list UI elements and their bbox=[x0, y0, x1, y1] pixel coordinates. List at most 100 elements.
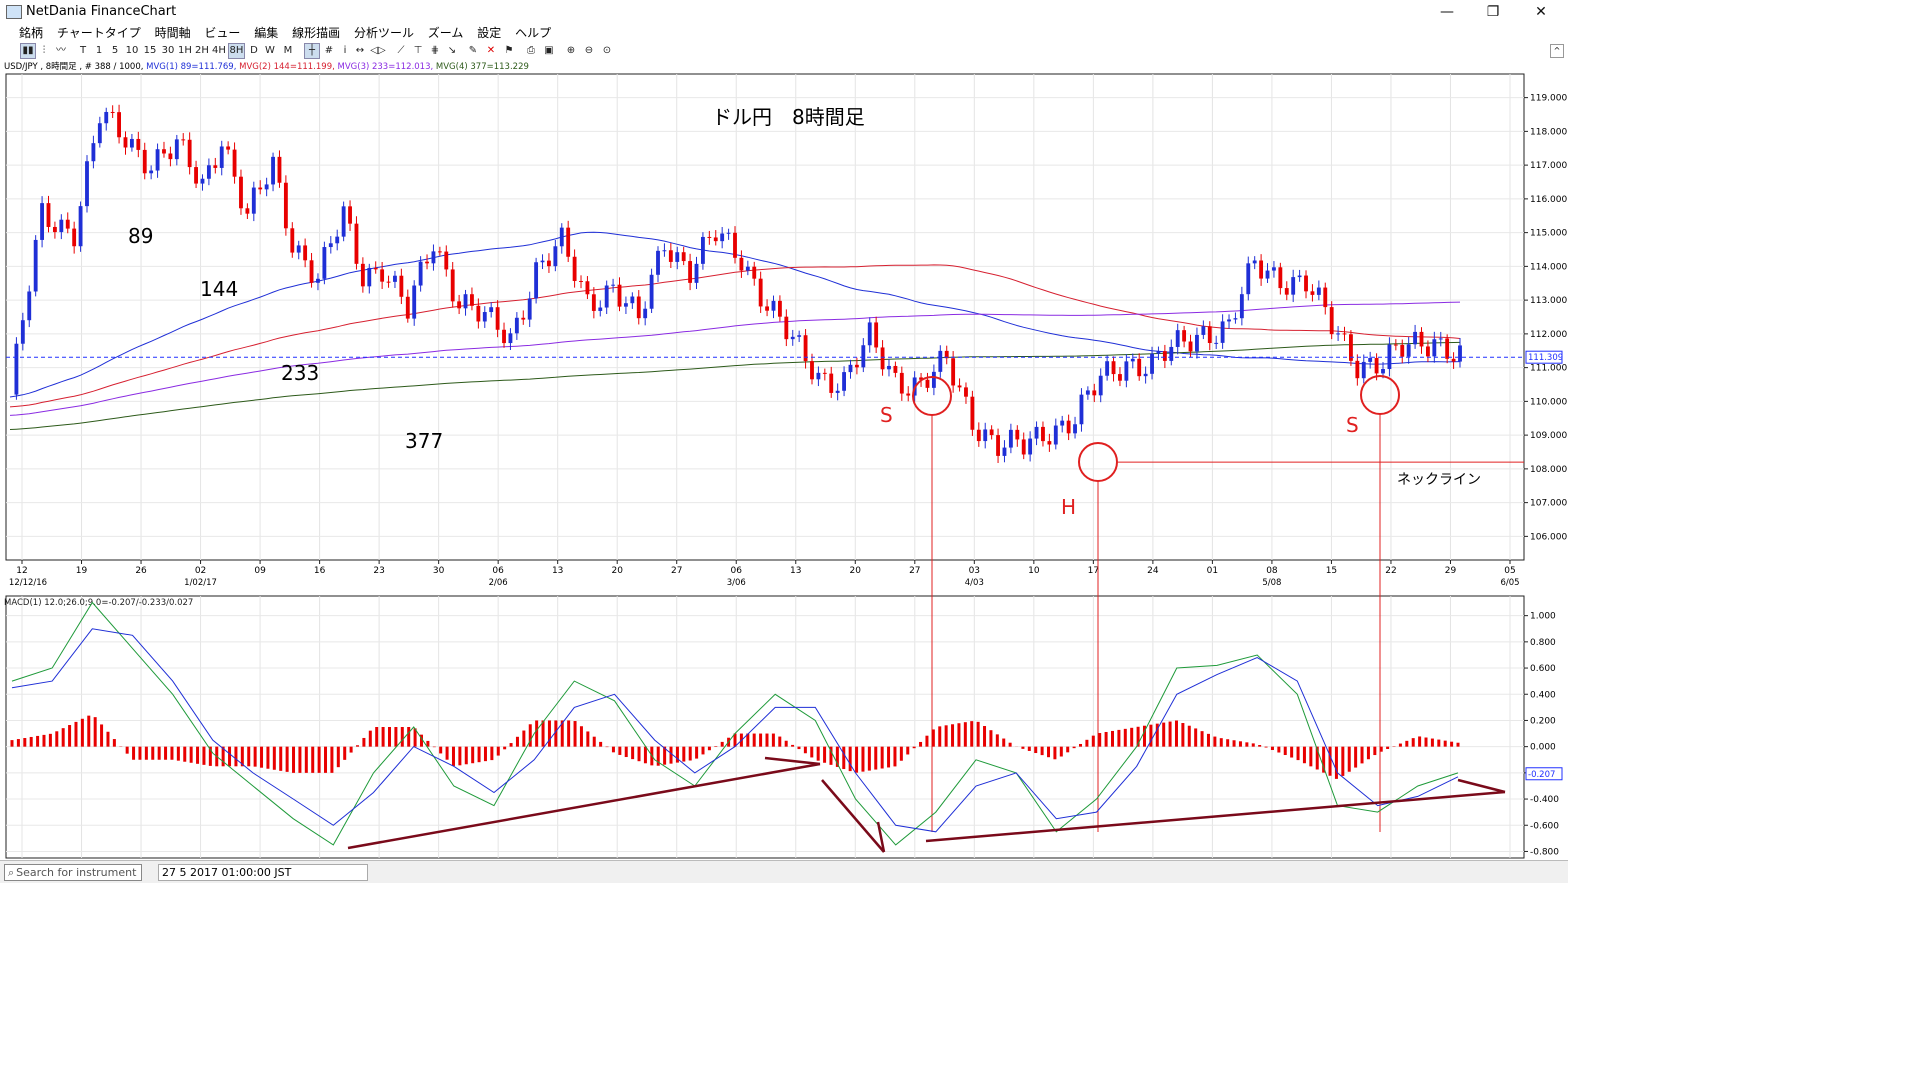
x-tick-label: 29 bbox=[1445, 566, 1457, 576]
macd-histogram-bar bbox=[567, 720, 571, 747]
macd-y-label: 0.000 bbox=[1530, 743, 1556, 753]
timeframe-8h[interactable]: 8H bbox=[228, 43, 245, 59]
search-field[interactable]: ⌕ Search for instrument bbox=[4, 864, 142, 881]
menu-line-drawing[interactable]: 線形描画 bbox=[287, 24, 345, 42]
zoom-reset-icon[interactable]: ⊙ bbox=[600, 43, 614, 59]
candle-body bbox=[431, 251, 436, 264]
timeframe-daily[interactable]: D bbox=[248, 43, 260, 59]
macd-histogram-bar bbox=[695, 746, 699, 759]
timeframe-weekly[interactable]: W bbox=[264, 43, 276, 59]
candle-body bbox=[386, 281, 391, 283]
pencil-icon[interactable]: ✎ bbox=[466, 43, 480, 59]
maximize-button[interactable]: ❐ bbox=[1470, 0, 1516, 24]
menu-settings[interactable]: 設定 bbox=[472, 24, 506, 42]
timeframe-1h[interactable]: 1H bbox=[178, 43, 192, 59]
macd-histogram-bar bbox=[1309, 746, 1313, 767]
timeframe-tick[interactable]: T bbox=[78, 43, 88, 59]
macd-histogram-bar bbox=[931, 729, 935, 747]
menu-view[interactable]: ビュー bbox=[199, 24, 245, 42]
candle-body bbox=[887, 365, 891, 370]
candlestick-icon[interactable]: ▮▮ bbox=[20, 43, 36, 59]
candle-body bbox=[989, 429, 994, 436]
candle-body bbox=[842, 372, 846, 391]
macd-histogram-bar bbox=[995, 734, 999, 747]
trendline-icon[interactable]: ⟋ bbox=[394, 43, 408, 59]
timeframe-10m[interactable]: 10 bbox=[125, 43, 139, 59]
candle-body bbox=[309, 260, 314, 283]
crosshair-icon[interactable]: ┼ bbox=[304, 43, 320, 59]
timeframe-2h[interactable]: 2H bbox=[195, 43, 209, 59]
macd-histogram-bar bbox=[759, 733, 763, 747]
menu-analysis-tools[interactable]: 分析ツール bbox=[349, 24, 419, 42]
candle-body bbox=[1137, 358, 1142, 377]
candle-body bbox=[1310, 291, 1315, 295]
timeframe-5m[interactable]: 5 bbox=[110, 43, 120, 59]
zoom-out-icon[interactable]: ⊖ bbox=[582, 43, 596, 59]
menu-timeframe[interactable]: 時間軸 bbox=[150, 24, 196, 42]
macd-histogram-bar bbox=[1187, 725, 1191, 747]
candle-body bbox=[771, 300, 776, 311]
menu-chart-type[interactable]: チャートタイプ bbox=[52, 24, 146, 42]
candle-body bbox=[1246, 263, 1251, 295]
chart-area[interactable]: 12 19 26 02 09 16 23 30 06 13 20 27 06 13 20 27 03 10 17 24… bbox=[0, 72, 1568, 863]
menu-help[interactable]: ヘルプ bbox=[510, 24, 556, 42]
macd-histogram-bar bbox=[707, 746, 711, 751]
candle-body bbox=[457, 301, 462, 309]
candle-body bbox=[553, 246, 558, 267]
candle-body bbox=[348, 206, 352, 224]
minimize-button[interactable]: — bbox=[1424, 0, 1470, 24]
timeframe-1m[interactable]: 1 bbox=[94, 43, 104, 59]
menu-instrument[interactable]: 銘柄 bbox=[14, 24, 48, 42]
macd-histogram-bar bbox=[1328, 746, 1332, 776]
pan-icon[interactable]: ↔ bbox=[354, 43, 366, 59]
candle-body bbox=[938, 350, 943, 372]
macd-histogram-bar bbox=[151, 746, 155, 760]
macd-histogram-bar bbox=[1277, 746, 1281, 753]
horizontal-line-icon[interactable]: ⊤ bbox=[411, 43, 425, 59]
chart-canvas[interactable]: 12 19 26 02 09 16 23 30 06 13 20 27 06 13 20 27 03 10 17 24… bbox=[0, 72, 1568, 860]
macd-histogram-bar bbox=[547, 720, 551, 747]
macd-histogram-bar bbox=[387, 727, 391, 747]
ohlc-bar-icon[interactable]: ⫶ bbox=[37, 43, 51, 59]
collapse-toolbar-button[interactable]: ^ bbox=[1550, 44, 1564, 58]
candle-body bbox=[290, 228, 295, 253]
zoom-in-icon[interactable]: ⊕ bbox=[564, 43, 578, 59]
candle-body bbox=[797, 335, 802, 337]
x-tick-label: 17 bbox=[1088, 566, 1099, 576]
close-button[interactable]: ✕ bbox=[1518, 0, 1564, 24]
macd-histogram-bar bbox=[1219, 738, 1223, 747]
macd-histogram-bar bbox=[458, 746, 462, 766]
macd-histogram-bar bbox=[80, 718, 84, 747]
line-chart-icon[interactable]: 〰 bbox=[54, 43, 68, 59]
macd-y-label: -0.800 bbox=[1530, 847, 1559, 857]
alert-icon[interactable]: ⚑ bbox=[502, 43, 516, 59]
candle-body bbox=[854, 364, 859, 368]
info-cursor-icon[interactable]: i bbox=[340, 43, 350, 59]
menu-zoom[interactable]: ズーム bbox=[423, 24, 469, 42]
menu-edit[interactable]: 編集 bbox=[249, 24, 283, 42]
macd-histogram-bar bbox=[1437, 739, 1441, 747]
timeframe-monthly[interactable]: M bbox=[282, 43, 294, 59]
timeframe-30m[interactable]: 30 bbox=[161, 43, 175, 59]
candle-body bbox=[1053, 425, 1058, 445]
price-y-label: 109.000 bbox=[1530, 431, 1567, 441]
candle-body bbox=[155, 149, 160, 171]
x-tick-label: 20 bbox=[611, 566, 623, 576]
auto-scale-icon[interactable]: ◁▷ bbox=[370, 43, 386, 59]
candle-body bbox=[1156, 351, 1161, 354]
candle-body bbox=[1214, 342, 1219, 344]
arrow-tool-icon[interactable]: ↘ bbox=[445, 43, 459, 59]
delete-drawings-icon[interactable]: ✕ bbox=[484, 43, 498, 59]
candle-body bbox=[174, 139, 179, 160]
timeframe-15m[interactable]: 15 bbox=[143, 43, 157, 59]
timeframe-4h[interactable]: 4H bbox=[212, 43, 226, 59]
candle-body bbox=[1028, 438, 1033, 455]
print-icon[interactable]: ⎙ bbox=[524, 43, 538, 59]
candle-body bbox=[700, 236, 705, 264]
candle-body bbox=[1066, 420, 1071, 434]
fibonacci-icon[interactable]: ⋕ bbox=[428, 43, 442, 59]
print-preview-icon[interactable]: ▣ bbox=[542, 43, 556, 59]
grid-icon[interactable]: # bbox=[322, 43, 336, 59]
macd-histogram-bar bbox=[279, 746, 283, 771]
macd-y-label: -0.400 bbox=[1530, 795, 1559, 805]
